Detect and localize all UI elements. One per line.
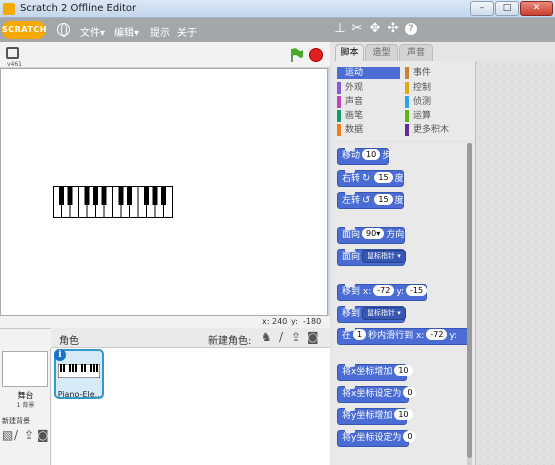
mouse-coordinates: x: 240 y: -180 (0, 316, 330, 328)
scripts-area[interactable] (475, 61, 555, 465)
new-sprite-label: 新建角色: (208, 336, 252, 347)
block-go-to-xy[interactable]: 移到 x: -72 y: -15 (337, 284, 428, 301)
menu-file[interactable]: 文件▾ (80, 24, 105, 39)
camera-sprite-icon[interactable]: ◙ (307, 331, 319, 343)
block-change-x[interactable]: 将x坐标增加 10 (337, 364, 413, 381)
category-operators[interactable]: 运算 (405, 110, 468, 122)
category-motion[interactable]: 运动 (337, 67, 400, 79)
upload-sprite-icon[interactable]: ⇪ (291, 331, 301, 343)
turn-left-icon: ↺ (362, 195, 371, 206)
language-globe-icon[interactable] (57, 23, 70, 37)
stop-icon[interactable] (309, 48, 323, 62)
window-title: Scratch 2 Offline Editor (20, 3, 137, 14)
scratch-logo[interactable]: SCRATCH (2, 21, 46, 39)
block-point-in-direction[interactable]: 面向 90▾ 方向 (337, 227, 405, 244)
block-turn-left[interactable]: 左转 ↺ 15 度 (337, 192, 404, 209)
tab-scripts[interactable]: 脚本 (335, 44, 364, 61)
maximize-button[interactable]: □ (495, 1, 519, 16)
block-glide[interactable]: 在 1 秒内滑行到 x: -72 y: (337, 328, 472, 345)
menu-tips[interactable]: 提示 (150, 24, 170, 39)
paint-sprite-icon[interactable]: / (279, 331, 283, 343)
sprite-piano-icon (58, 364, 100, 378)
block-move-steps[interactable]: 移动 10 步 (337, 148, 391, 165)
block-turn-right[interactable]: 右转 ↻ 15 度 (337, 170, 404, 187)
minimize-button[interactable]: – (470, 1, 494, 16)
sprites-title: 角色 (59, 336, 79, 347)
tab-costumes[interactable]: 造型 (365, 44, 398, 61)
category-events[interactable]: 事件 (405, 67, 468, 79)
palette-scrollbar[interactable] (467, 143, 472, 465)
title-bar: Scratch 2 Offline Editor – □ ✕ (0, 0, 555, 18)
block-set-y[interactable]: 将y坐标设定为 0 (337, 430, 417, 447)
palette-scrollbar-thumb[interactable] (467, 143, 472, 458)
camera-backdrop-icon[interactable]: ◙ (37, 429, 49, 441)
block-point-towards[interactable]: 面向 鼠标指针 ▾ (337, 249, 406, 266)
stage-thumbnail[interactable] (2, 351, 48, 387)
category-more-blocks[interactable]: 更多积木 (405, 124, 468, 136)
menu-bar: SCRATCH 文件▾ 编辑▾ 提示 关于 ⊥ ✂ ✥ ✣ ? (0, 18, 555, 42)
paint-backdrop-icon[interactable]: / (14, 429, 18, 441)
category-looks[interactable]: 外观 (337, 82, 400, 94)
tab-sounds[interactable]: 声音 (399, 44, 433, 61)
new-backdrop-label: 新建背景 (2, 417, 30, 425)
turn-right-icon: ↻ (362, 173, 371, 184)
upload-backdrop-icon[interactable]: ⇪ (24, 429, 34, 441)
block-change-y[interactable]: 将y坐标增加 10 (337, 408, 413, 425)
version-label: v461 (7, 61, 23, 68)
green-flag-icon[interactable] (290, 48, 304, 63)
cut-icon[interactable]: ✂ (350, 22, 364, 36)
category-sensing[interactable]: 侦测 (405, 96, 468, 108)
category-control[interactable]: 控制 (405, 82, 468, 94)
presentation-mode-icon[interactable] (6, 47, 19, 59)
y-coord-label: y: (291, 317, 298, 326)
menu-about[interactable]: 关于 (177, 24, 197, 39)
info-icon[interactable]: i (54, 349, 66, 361)
backdrop-library-icon[interactable]: ▧ (2, 429, 13, 441)
block-set-x[interactable]: 将x坐标设定为 0 (337, 386, 417, 403)
shrink-icon[interactable]: ✣ (386, 22, 400, 36)
stage-header: v461 (0, 42, 330, 68)
category-sound[interactable]: 声音 (337, 96, 400, 108)
app-icon (3, 3, 15, 15)
y-coord-value: -180 (303, 317, 322, 326)
sprite-name: Piano-Ele... (57, 390, 103, 399)
x-coord-value: 240 (272, 317, 288, 326)
help-icon[interactable]: ? (405, 23, 417, 35)
block-go-to[interactable]: 移到 鼠标指针 ▾ (337, 306, 406, 323)
backdrop-count: 1 背景 (16, 402, 35, 409)
category-pen[interactable]: 画笔 (337, 110, 400, 122)
sprite-library-icon[interactable]: ♞ (261, 331, 272, 343)
piano-sprite[interactable] (53, 186, 173, 218)
menu-edit[interactable]: 编辑▾ (114, 24, 139, 39)
close-button[interactable]: ✕ (520, 1, 553, 16)
x-coord-label: x: (262, 317, 270, 326)
sprites-header: 角色 新建角色: ♞ / ⇪ ◙ (51, 328, 330, 348)
grow-icon[interactable]: ✥ (368, 22, 382, 36)
category-data[interactable]: 数据 (337, 124, 400, 136)
stamp-icon[interactable]: ⊥ (333, 22, 347, 36)
